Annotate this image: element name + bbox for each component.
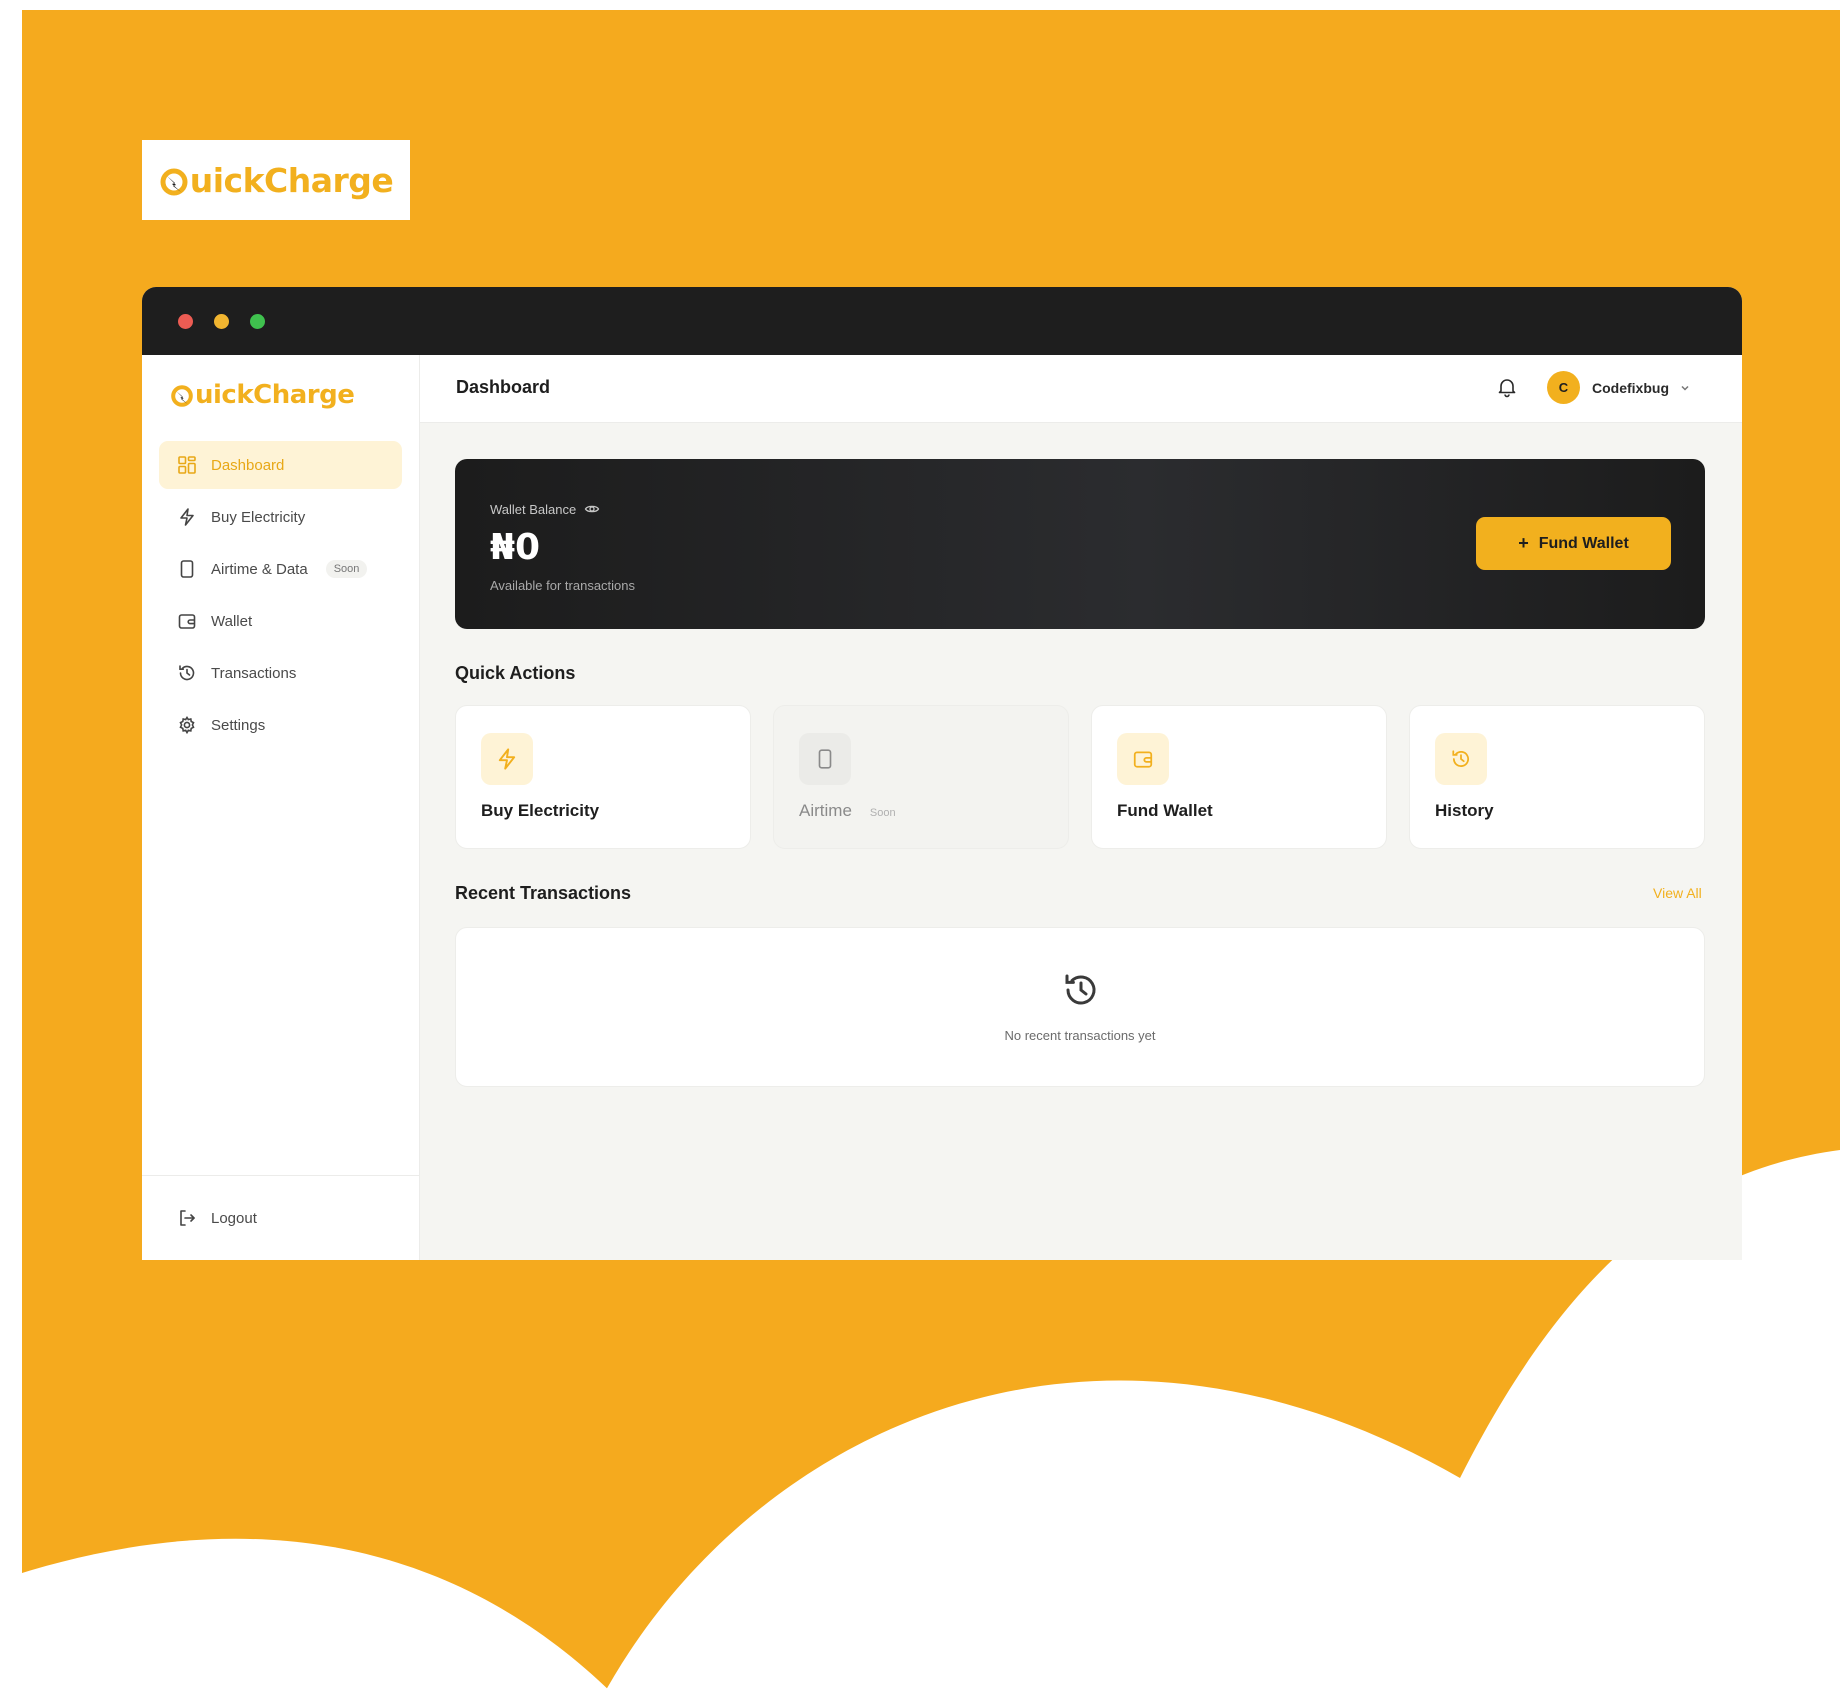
quick-actions-title: Quick Actions [455, 663, 576, 683]
wallet-icon [177, 611, 197, 631]
sidebar-logo-wordmark: uickCharge [195, 380, 355, 410]
sidebar-item-buy-electricity[interactable]: Buy Electricity [159, 493, 402, 541]
fund-wallet-button-label: Fund Wallet [1538, 534, 1629, 552]
quick-action-label: Airtime [799, 801, 852, 820]
promo-logo-wordmark: uickCharge [189, 160, 394, 200]
sidebar: uickCharge Dashboard Buy Electricity Air… [142, 355, 420, 1260]
app-window: uickCharge Dashboard Buy Electricity Air… [142, 287, 1742, 1260]
page-title: Dashboard [456, 377, 551, 397]
quick-action-buy-electricity[interactable]: Buy Electricity [455, 705, 751, 849]
q-bolt-logo-icon [170, 384, 194, 408]
avatar: C [1547, 371, 1580, 404]
minimize-window-button[interactable] [214, 314, 229, 329]
app-content: uickCharge Dashboard Buy Electricity Air… [142, 355, 1742, 1260]
lightning-icon [177, 507, 197, 527]
history-icon [1435, 733, 1487, 785]
quick-action-label: Fund Wallet [1117, 801, 1213, 820]
username: Codefixbug [1592, 379, 1669, 396]
empty-state-text: No recent transactions yet [1004, 1028, 1156, 1043]
sidebar-item-label: Dashboard [211, 456, 285, 474]
quick-action-airtime[interactable]: Airtime Soon [773, 705, 1069, 849]
wallet-balance-amount: ₦0 [490, 527, 541, 568]
wallet-icon [1117, 733, 1169, 785]
soon-badge: Soon [869, 807, 896, 819]
sidebar-logo[interactable]: uickCharge [170, 380, 355, 410]
logout-label: Logout [211, 1209, 257, 1227]
plus-icon: + [1518, 533, 1529, 553]
promo-stage: uickCharge uickCharge Dashboard Buy Elec… [0, 0, 1840, 1701]
recent-transactions-title: Recent Transactions [455, 883, 632, 903]
chevron-down-icon [1679, 382, 1691, 394]
history-icon [177, 663, 197, 683]
bell-icon[interactable] [1496, 376, 1518, 398]
quick-action-history[interactable]: History [1409, 705, 1705, 849]
q-bolt-logo-icon [159, 167, 189, 197]
promo-logo: uickCharge [142, 140, 410, 220]
sidebar-item-label: Transactions [211, 664, 297, 682]
eye-icon[interactable] [584, 501, 600, 517]
sidebar-item-label: Airtime & Data [211, 560, 308, 578]
sidebar-item-label: Wallet [211, 612, 253, 630]
quick-action-label-row: Airtime Soon [799, 801, 896, 821]
sidebar-item-wallet[interactable]: Wallet [159, 597, 402, 645]
lightning-icon [481, 733, 533, 785]
wallet-balance-card: Wallet Balance ₦0 Available for transact… [455, 459, 1705, 629]
grid-icon [177, 455, 197, 475]
phone-icon [177, 559, 197, 579]
sidebar-nav: Dashboard Buy Electricity Airtime & Data… [159, 441, 402, 753]
wallet-balance-subtitle: Available for transactions [490, 578, 636, 593]
wallet-balance-label-row: Wallet Balance [490, 501, 600, 517]
gear-icon [177, 715, 197, 735]
quick-action-label: History [1435, 801, 1494, 820]
sidebar-item-airtime-data[interactable]: Airtime & Data Soon [159, 545, 402, 593]
logout-button[interactable]: Logout [142, 1175, 419, 1260]
topbar: Dashboard C Codefixbug [420, 355, 1742, 423]
maximize-window-button[interactable] [250, 314, 265, 329]
logout-icon [177, 1208, 197, 1228]
main-panel: Dashboard C Codefixbug Wallet Balance ₦0… [420, 355, 1742, 1260]
view-all-link[interactable]: View All [1653, 885, 1702, 901]
soon-badge: Soon [325, 560, 368, 578]
wallet-balance-label: Wallet Balance [490, 501, 577, 517]
fund-wallet-button[interactable]: + Fund Wallet [1476, 517, 1671, 570]
quick-action-label: Buy Electricity [481, 801, 600, 820]
sidebar-item-dashboard[interactable]: Dashboard [159, 441, 402, 489]
recent-transactions-panel: No recent transactions yet [455, 927, 1705, 1087]
quick-action-fund-wallet[interactable]: Fund Wallet [1091, 705, 1387, 849]
sidebar-item-label: Settings [211, 716, 266, 734]
phone-icon [799, 733, 851, 785]
sidebar-item-settings[interactable]: Settings [159, 701, 402, 749]
close-window-button[interactable] [178, 314, 193, 329]
user-menu[interactable]: C Codefixbug [1547, 371, 1691, 404]
window-titlebar [142, 287, 1742, 355]
sidebar-item-transactions[interactable]: Transactions [159, 649, 402, 697]
promo-logo-text: uickCharge [159, 161, 394, 200]
sidebar-item-label: Buy Electricity [211, 508, 306, 526]
history-icon [1061, 970, 1101, 1010]
